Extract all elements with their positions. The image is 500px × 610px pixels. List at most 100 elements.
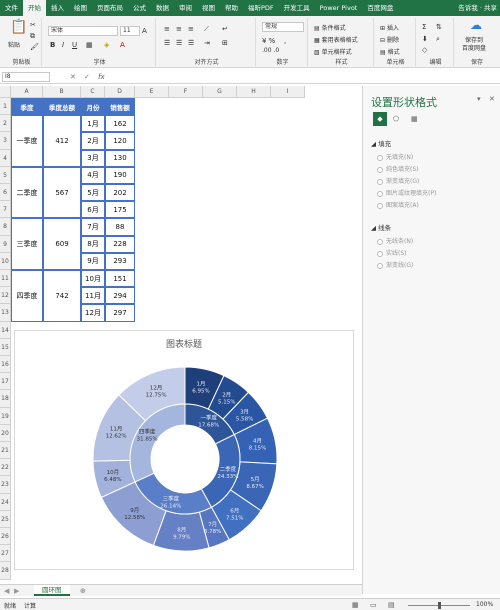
formula-input[interactable]	[112, 72, 360, 82]
paste-button[interactable]: 粘贴	[8, 40, 20, 49]
delete-button[interactable]: ⊟ 删除	[380, 35, 399, 44]
line-option-2[interactable]: 渐变线(G)	[377, 260, 413, 269]
tab-6[interactable]: 数据	[151, 0, 174, 16]
cut-icon[interactable]: ✂	[30, 20, 36, 30]
tab-2[interactable]: 插入	[46, 0, 69, 16]
font-color-icon[interactable]: A	[120, 40, 125, 50]
align-top-icon[interactable]: ≡	[164, 24, 170, 34]
month-cell[interactable]: 2月	[81, 132, 105, 150]
fill-line-tab-icon[interactable]: ◆	[373, 112, 387, 126]
row-header-6[interactable]: 6	[0, 184, 11, 202]
month-cell[interactable]: 7月	[81, 218, 105, 236]
row-header-14[interactable]: 14	[0, 321, 11, 339]
column-header-E[interactable]: E	[135, 86, 169, 98]
bold-icon[interactable]: B	[50, 40, 55, 50]
row-header-12[interactable]: 12	[0, 287, 11, 305]
line-section-header[interactable]: ◢ 线条	[371, 222, 391, 232]
fill-section-header[interactable]: ◢ 填充	[371, 138, 391, 148]
underline-icon[interactable]: U	[72, 40, 77, 50]
row-header-7[interactable]: 7	[0, 201, 11, 219]
sales-cell[interactable]: 120	[105, 132, 135, 150]
tab-11[interactable]: 开发工具	[279, 0, 315, 16]
fill-option-2[interactable]: 渐变填充(G)	[377, 176, 419, 185]
row-header-26[interactable]: 26	[0, 528, 11, 546]
month-cell[interactable]: 1月	[81, 115, 105, 133]
grow-font-icon[interactable]: A	[142, 26, 147, 36]
conditional-format-button[interactable]: ▤ 条件格式	[314, 23, 346, 32]
radio-icon[interactable]	[377, 238, 383, 245]
copy-icon[interactable]: ⧉	[30, 31, 35, 41]
chart-area[interactable]: 图表标题 1月 6.95% 2月 5.15% 3月 5.58% 4月 8.15% 5月 8.67%…	[14, 330, 354, 570]
clear-icon[interactable]: ◇	[422, 45, 427, 55]
month-cell[interactable]: 9月	[81, 252, 105, 270]
column-header-C[interactable]: C	[81, 86, 105, 98]
month-cell[interactable]: 10月	[81, 270, 105, 288]
sales-cell[interactable]: 293	[105, 252, 135, 270]
quarter-total-cell[interactable]: 609	[43, 218, 81, 270]
row-header-1[interactable]: 1	[0, 98, 11, 116]
sales-cell[interactable]: 151	[105, 270, 135, 288]
format-painter-icon[interactable]: 🖌	[30, 42, 39, 52]
name-box[interactable]: I8	[2, 72, 50, 82]
zoom-thumb[interactable]	[438, 602, 441, 609]
row-header-22[interactable]: 22	[0, 459, 11, 477]
tab-8[interactable]: 视图	[197, 0, 220, 16]
effects-tab-icon[interactable]: ⬠	[393, 114, 399, 124]
fill-icon[interactable]: ⬇	[422, 34, 428, 44]
format-as-table-button[interactable]: ▦ 套用表格格式	[314, 35, 358, 44]
indent-icon[interactable]: ⇥	[204, 38, 210, 48]
tab-9[interactable]: 帮助	[220, 0, 243, 16]
sales-cell[interactable]: 297	[105, 304, 135, 322]
page-layout-icon[interactable]: ▭	[370, 600, 377, 610]
column-header-F[interactable]: F	[169, 86, 203, 98]
line-option-0[interactable]: 无线条(N)	[377, 236, 413, 245]
paste-icon[interactable]: 📋	[10, 20, 27, 34]
pane-options-icon[interactable]: ▾	[477, 94, 481, 104]
add-sheet-icon[interactable]: ⊕	[80, 586, 86, 596]
font-size-select[interactable]: 11	[120, 26, 140, 36]
fill-option-4[interactable]: 图案填充(A)	[377, 200, 419, 209]
column-header-I[interactable]: I	[271, 86, 305, 98]
pane-close-icon[interactable]: ✕	[489, 94, 495, 104]
table-header-cell[interactable]: 季度总额	[43, 98, 81, 116]
format-button[interactable]: ▤ 格式	[380, 47, 400, 56]
row-header-25[interactable]: 25	[0, 510, 11, 528]
row-header-20[interactable]: 20	[0, 424, 11, 442]
tell-me[interactable]: 告诉我 · 共享	[458, 0, 500, 16]
next-sheet-icon[interactable]: ▶	[14, 586, 19, 596]
fill-option-3[interactable]: 图片或纹理填充(P)	[377, 188, 436, 197]
quarter-total-cell[interactable]: 567	[43, 166, 81, 219]
row-header-13[interactable]: 13	[0, 304, 11, 322]
column-header-G[interactable]: G	[203, 86, 237, 98]
cell-styles-button[interactable]: ▧ 单元格样式	[314, 47, 352, 56]
quarter-name-cell[interactable]: 一季度	[11, 115, 43, 167]
row-header-11[interactable]: 11	[0, 270, 11, 288]
row-header-15[interactable]: 15	[0, 338, 11, 356]
cancel-icon[interactable]: ✕	[70, 72, 76, 82]
save-to-line2[interactable]: 百度网盘	[462, 43, 486, 52]
fill-color-icon[interactable]: ◈	[104, 40, 109, 50]
zoom-level[interactable]: 100%	[476, 601, 493, 608]
row-header-28[interactable]: 28	[0, 562, 11, 580]
sales-cell[interactable]: 228	[105, 235, 135, 253]
tab-12[interactable]: Power Pivot	[315, 0, 363, 16]
row-header-8[interactable]: 8	[0, 218, 11, 236]
sales-cell[interactable]: 162	[105, 115, 135, 133]
radio-icon[interactable]	[377, 154, 383, 161]
radio-icon[interactable]	[377, 262, 383, 269]
fill-option-0[interactable]: 无填充(N)	[377, 152, 413, 161]
autosum-icon[interactable]: Σ	[422, 22, 426, 32]
column-header-D[interactable]: D	[105, 86, 135, 98]
line-option-1[interactable]: 实线(S)	[377, 248, 407, 257]
quarter-total-cell[interactable]: 742	[43, 270, 81, 322]
month-cell[interactable]: 8月	[81, 235, 105, 253]
insert-button[interactable]: ⊞ 插入	[380, 23, 399, 32]
month-cell[interactable]: 12月	[81, 304, 105, 322]
select-all[interactable]	[0, 86, 11, 98]
font-name-select[interactable]: 宋体	[48, 26, 118, 36]
month-cell[interactable]: 3月	[81, 149, 105, 167]
table-header-cell[interactable]: 销售额	[105, 98, 135, 116]
find-icon[interactable]: ⌕	[436, 34, 440, 44]
tab-7[interactable]: 审阅	[174, 0, 197, 16]
align-middle-icon[interactable]: ≡	[176, 24, 182, 34]
